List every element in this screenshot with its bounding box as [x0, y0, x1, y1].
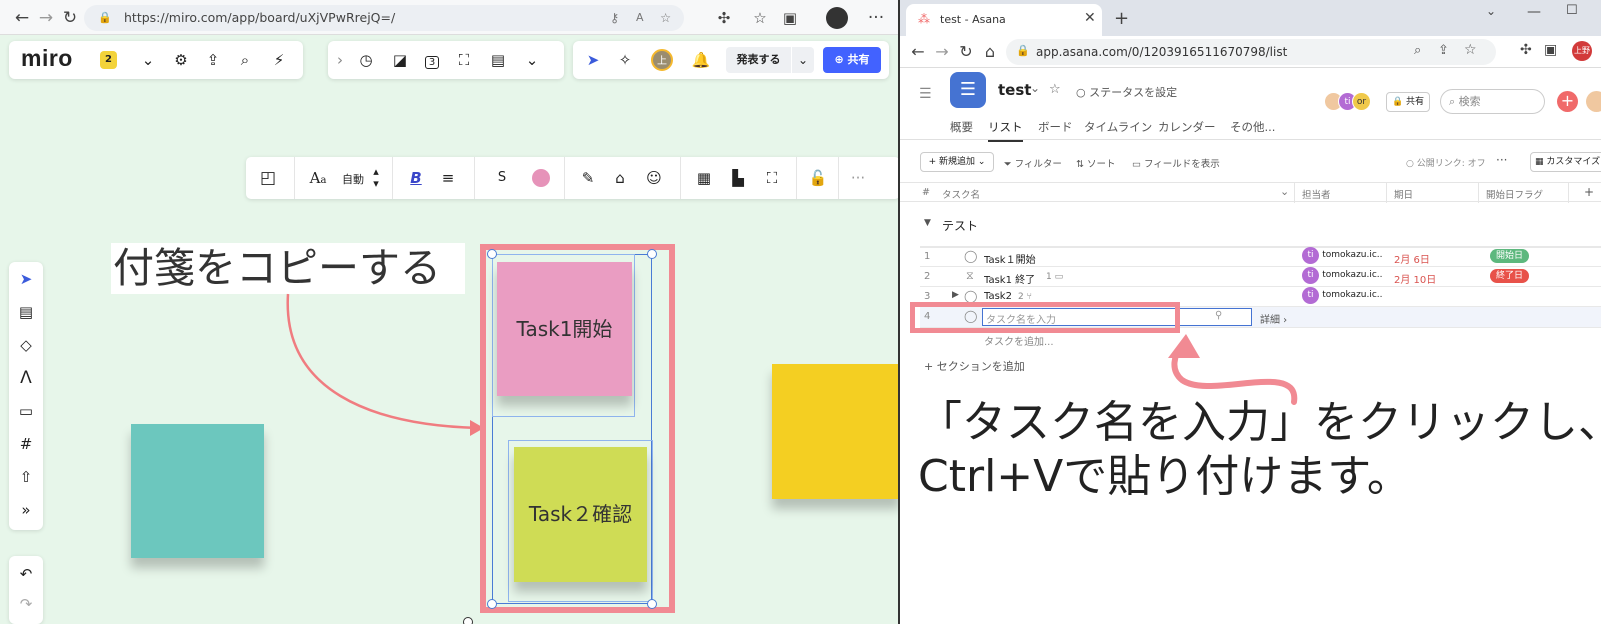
asana-window: ⁂ test - Asana ✕ + ⌄ — ☐ ← → ↻ ⌂ 🔒 app.a… [900, 0, 1601, 624]
miro-window: ← → ↻ 🔒 https://miro.com/app/board/uXjVP… [0, 0, 900, 624]
resize-handle[interactable] [647, 599, 657, 609]
rotate-handle[interactable] [463, 617, 473, 624]
resize-handle[interactable] [487, 249, 497, 259]
resize-handle[interactable] [647, 249, 657, 259]
arrow-annotation [1168, 334, 1298, 405]
resize-handle[interactable] [487, 599, 497, 609]
sticky-teal[interactable] [131, 424, 264, 558]
sticky-task2[interactable]: Task２確認 [514, 447, 647, 582]
annotation-line-2: Ctrl+Vで貼り付けます。 [918, 451, 1411, 502]
sticky-yellow[interactable] [772, 364, 900, 499]
annotation-line-1: 「タスク名を入力」をクリックし、 [918, 397, 1601, 448]
sticky-task1[interactable]: Task1開始 [497, 262, 632, 396]
